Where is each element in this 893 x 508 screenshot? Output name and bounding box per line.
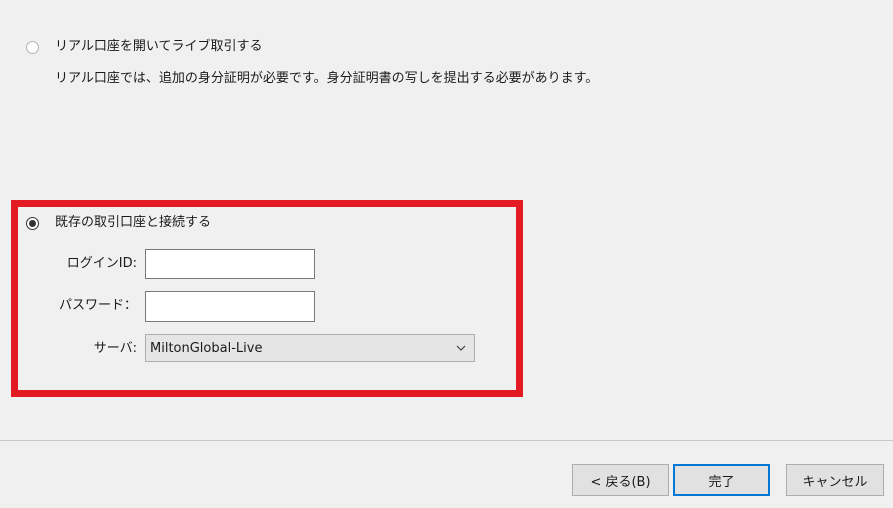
chevron-down-icon [456, 345, 466, 351]
existing-account-radio[interactable] [26, 217, 39, 230]
login-id-label: ログインID: [66, 256, 137, 271]
live-account-label[interactable]: リアル口座を開いてライブ取引する [55, 39, 262, 55]
server-label: サーバ: [93, 341, 137, 356]
back-button[interactable]: < 戻る(B) [572, 464, 669, 496]
login-id-input[interactable] [145, 249, 315, 279]
password-label: パスワード： [58, 298, 137, 313]
cancel-button[interactable]: キャンセル [786, 464, 884, 496]
live-account-description: リアル口座では、追加の身分証明が必要です。身分証明書の写しを提出する必要がありま… [55, 71, 599, 86]
existing-account-label[interactable]: 既存の取引口座と接続する [55, 215, 211, 231]
server-select[interactable]: MiltonGlobal-Live [145, 334, 475, 362]
footer-separator [0, 440, 893, 441]
finish-button[interactable]: 完了 [673, 464, 770, 496]
server-select-value: MiltonGlobal-Live [150, 340, 263, 356]
live-account-radio[interactable] [26, 41, 39, 54]
password-input[interactable] [145, 291, 315, 322]
radio-selected-dot [29, 220, 36, 227]
